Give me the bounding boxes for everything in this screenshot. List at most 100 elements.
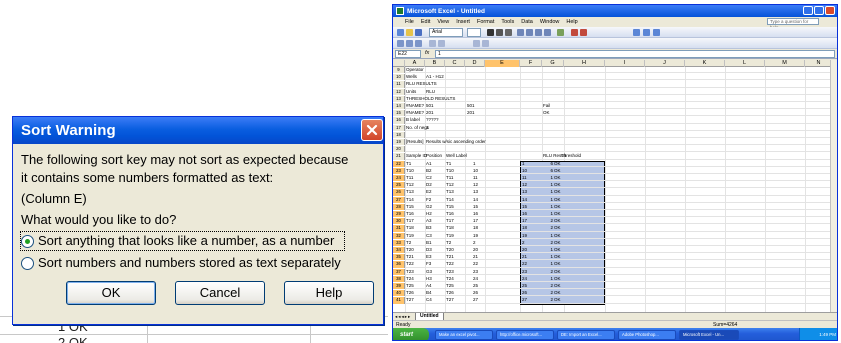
table-cell[interactable]: 1: [426, 125, 429, 131]
table-cell[interactable]: T1: [406, 161, 411, 167]
table-cell[interactable]: T19: [406, 233, 414, 239]
table-cell[interactable]: T27: [406, 297, 414, 303]
column-header-k[interactable]: K: [685, 60, 725, 67]
row-header[interactable]: 31: [393, 225, 405, 232]
row-header[interactable]: 21: [393, 153, 405, 160]
row-header[interactable]: 37: [393, 268, 405, 275]
row-header[interactable]: 13: [393, 95, 405, 102]
row-header[interactable]: 35: [393, 254, 405, 261]
table-cell[interactable]: Sample ID: [406, 153, 427, 159]
table-cell[interactable]: OK: [554, 290, 561, 296]
taskbar-item-active[interactable]: Microsoft Excel - Un...: [679, 330, 739, 340]
table-cell[interactable]: 19: [473, 233, 478, 239]
table-cell[interactable]: 2: [473, 240, 476, 246]
table-cell[interactable]: OK: [554, 197, 561, 203]
table-cell[interactable]: T15: [446, 204, 454, 210]
table-cell[interactable]: 18: [473, 225, 478, 231]
table-cell[interactable]: A4: [426, 283, 432, 289]
table-cell[interactable]: 1: [543, 204, 553, 210]
table-cell[interactable]: 501: [467, 103, 475, 109]
close-icon[interactable]: [825, 6, 835, 15]
selected-cell-e[interactable]: 21: [522, 254, 527, 260]
table-cell[interactable]: Well Label: [446, 153, 467, 159]
taskbar-item[interactable]: DE: Import an Excel...: [557, 330, 615, 340]
column-header-a[interactable]: A: [405, 60, 425, 67]
open-icon[interactable]: [406, 29, 413, 36]
row-header[interactable]: 22: [393, 160, 405, 167]
table-cell[interactable]: OK: [554, 168, 561, 174]
taskbar-item[interactable]: Adobe Photoshop...: [618, 330, 676, 340]
column-header-b[interactable]: B: [425, 60, 445, 67]
table-cell[interactable]: T27: [446, 297, 454, 303]
table-cell[interactable]: F3: [426, 261, 431, 267]
vertical-scrollbar[interactable]: [830, 60, 837, 312]
table-cell[interactable]: T2: [446, 240, 451, 246]
table-cell[interactable]: T22: [406, 261, 414, 267]
table-cell[interactable]: 24: [473, 276, 478, 282]
selected-cell-e[interactable]: 16: [522, 211, 527, 217]
table-cell[interactable]: H2: [426, 211, 432, 217]
table-cell[interactable]: 23: [473, 269, 478, 275]
column-header-n[interactable]: N: [805, 60, 833, 67]
table-cell[interactable]: T14: [446, 197, 454, 203]
review-icon[interactable]: [438, 40, 445, 47]
table-cell[interactable]: 16: [473, 211, 478, 217]
table-cell[interactable]: 1: [543, 175, 553, 181]
row-header[interactable]: 34: [393, 247, 405, 254]
table-cell[interactable]: E3: [426, 254, 432, 260]
dialog-titlebar[interactable]: Sort Warning: [13, 117, 383, 144]
table-cell[interactable]: 2: [543, 297, 553, 303]
table-cell[interactable]: OK: [554, 204, 561, 210]
option-sort-as-number[interactable]: Sort anything that looks like a number, …: [20, 231, 345, 251]
table-cell[interactable]: 2: [543, 240, 553, 246]
table-cell[interactable]: 201: [467, 110, 475, 116]
column-header-l[interactable]: L: [725, 60, 765, 67]
row-header[interactable]: 32: [393, 232, 405, 239]
table-cell[interactable]: OK: [554, 276, 561, 282]
table-cell[interactable]: #NAME?: [406, 110, 424, 116]
row-header[interactable]: 33: [393, 239, 405, 246]
table-cell[interactable]: T11: [446, 175, 453, 181]
table-cell[interactable]: OK: [554, 240, 561, 246]
taskbar-item[interactable]: http://office.microsoft...: [496, 330, 554, 340]
selected-cell-e[interactable]: 25: [522, 283, 527, 289]
table-cell[interactable]: G2: [426, 204, 432, 210]
table-cell[interactable]: T1: [446, 161, 451, 167]
spreadsheet-grid[interactable]: ABCDEFGHIJKLMNO 9Operator10WellsA1 - H12…: [393, 60, 837, 312]
table-cell[interactable]: 25: [473, 283, 478, 289]
row-header[interactable]: 30: [393, 218, 405, 225]
column-header-c[interactable]: C: [445, 60, 465, 67]
row-header[interactable]: 27: [393, 196, 405, 203]
table-cell[interactable]: OK: [554, 182, 561, 188]
table-cell[interactable]: T20: [406, 247, 414, 253]
cancel-button[interactable]: Cancel: [175, 281, 265, 305]
table-cell[interactable]: A1 - H12: [426, 74, 444, 80]
selected-cell-e[interactable]: 17: [522, 218, 527, 224]
new-icon[interactable]: [397, 29, 404, 36]
table-cell[interactable]: T17: [446, 218, 454, 224]
table-cell[interactable]: B label: [406, 117, 420, 123]
column-header-m[interactable]: M: [765, 60, 805, 67]
table-cell[interactable]: B3: [426, 225, 432, 231]
row-header[interactable]: 24: [393, 175, 405, 182]
table-cell[interactable]: T21: [406, 254, 414, 260]
table-cell[interactable]: 1: [543, 247, 553, 253]
table-cell[interactable]: OK: [554, 261, 561, 267]
table-cell[interactable]: 501: [426, 103, 434, 109]
table-cell[interactable]: T17: [406, 218, 414, 224]
column-header-e[interactable]: E: [485, 60, 520, 67]
table-cell[interactable]: T16: [406, 211, 414, 217]
menu-tools[interactable]: Tools: [501, 19, 514, 25]
table-cell[interactable]: E2: [426, 189, 432, 195]
selected-cell-e[interactable]: 13: [522, 189, 527, 195]
row-header[interactable]: 23: [393, 167, 405, 174]
table-cell[interactable]: T21: [446, 254, 454, 260]
table-cell[interactable]: THRESHOLD RESULTS: [406, 96, 455, 102]
table-cell[interactable]: 2: [543, 290, 553, 296]
table-cell[interactable]: 1: [543, 211, 553, 217]
table-cell[interactable]: Wells: [406, 74, 417, 80]
table-cell[interactable]: 1: [543, 254, 553, 260]
selected-cell-e[interactable]: 2: [522, 240, 525, 246]
review-icon[interactable]: [473, 40, 480, 47]
menu-edit[interactable]: Edit: [421, 19, 430, 25]
